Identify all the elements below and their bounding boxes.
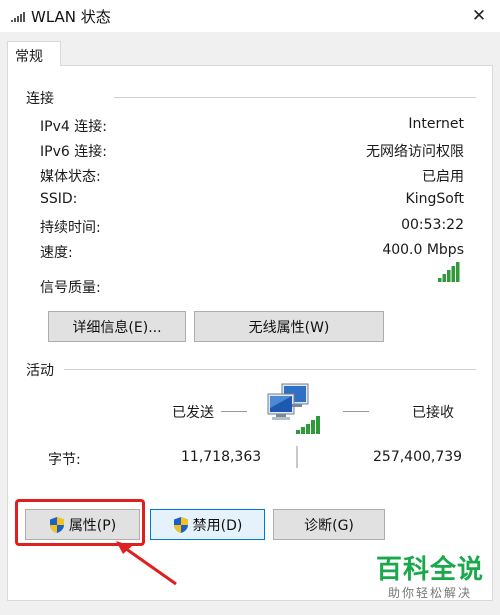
media-state-label: 媒体状态: (40, 169, 101, 185)
close-button[interactable]: ✕ (466, 4, 492, 28)
title-bar: WLAN 状态 ✕ (0, 0, 500, 32)
connection-group-label: 连接 (26, 91, 54, 107)
signal-quality-label: 信号质量: (40, 280, 101, 296)
bytes-label: 字节: (48, 452, 81, 468)
connection-group-line (114, 97, 476, 98)
close-icon: ✕ (471, 6, 487, 26)
ipv6-value: 无网络访问权限 (366, 144, 464, 160)
signal-bar (447, 270, 451, 282)
speed-value: 400.0 Mbps (382, 242, 464, 258)
watermark-main-text: 百科全说 (375, 555, 484, 585)
wifi-signal-icon (11, 12, 25, 22)
bytes-divider (296, 446, 298, 468)
signal-bar (456, 262, 460, 282)
sent-dash (221, 411, 247, 412)
properties-button[interactable]: 属性(P) (25, 509, 140, 540)
signal-bar (451, 266, 455, 282)
received-label: 已接收 (412, 405, 454, 421)
duration-value: 00:53:22 (401, 217, 464, 233)
ssid-label: SSID: (40, 191, 78, 207)
disable-button[interactable]: 禁用(D) (150, 509, 265, 540)
watermark-logo: 百科全说 助你轻松解决 (374, 555, 486, 605)
uac-shield-icon (49, 516, 64, 533)
properties-button-label: 属性(P) (68, 517, 117, 534)
bytes-received-value: 257,400,739 (373, 449, 463, 465)
media-state-value: 已启用 (422, 169, 464, 185)
ipv6-label: IPv6 连接: (40, 144, 107, 160)
signal-strength-icon (438, 262, 460, 282)
window-title: WLAN 状态 (31, 8, 111, 26)
signal-bar (442, 274, 446, 282)
duration-label: 持续时间: (40, 220, 101, 236)
ssid-value: KingSoft (405, 191, 464, 207)
speed-label: 速度: (40, 245, 73, 261)
uac-shield-icon (173, 516, 188, 533)
activity-group-line (64, 369, 476, 370)
signal-bar (438, 278, 442, 282)
details-button[interactable]: 详细信息(E)... (48, 311, 186, 342)
received-dash (343, 411, 369, 412)
tab-general-label: 常规 (15, 49, 43, 65)
ipv4-label: IPv4 连接: (40, 119, 107, 135)
wireless-properties-button[interactable]: 无线属性(W) (194, 311, 384, 342)
ipv4-value: Internet (408, 116, 464, 132)
diagnose-button[interactable]: 诊断(G) (273, 509, 385, 540)
sent-label: 已发送 (172, 405, 214, 421)
network-computers-icon (267, 383, 320, 434)
tab-general[interactable]: 常规 (7, 41, 61, 66)
bytes-sent-value: 11,718,363 (181, 449, 262, 465)
activity-group-label: 活动 (26, 363, 54, 379)
watermark-sub-text: 助你轻松解决 (387, 586, 472, 600)
disable-button-label: 禁用(D) (192, 517, 243, 534)
